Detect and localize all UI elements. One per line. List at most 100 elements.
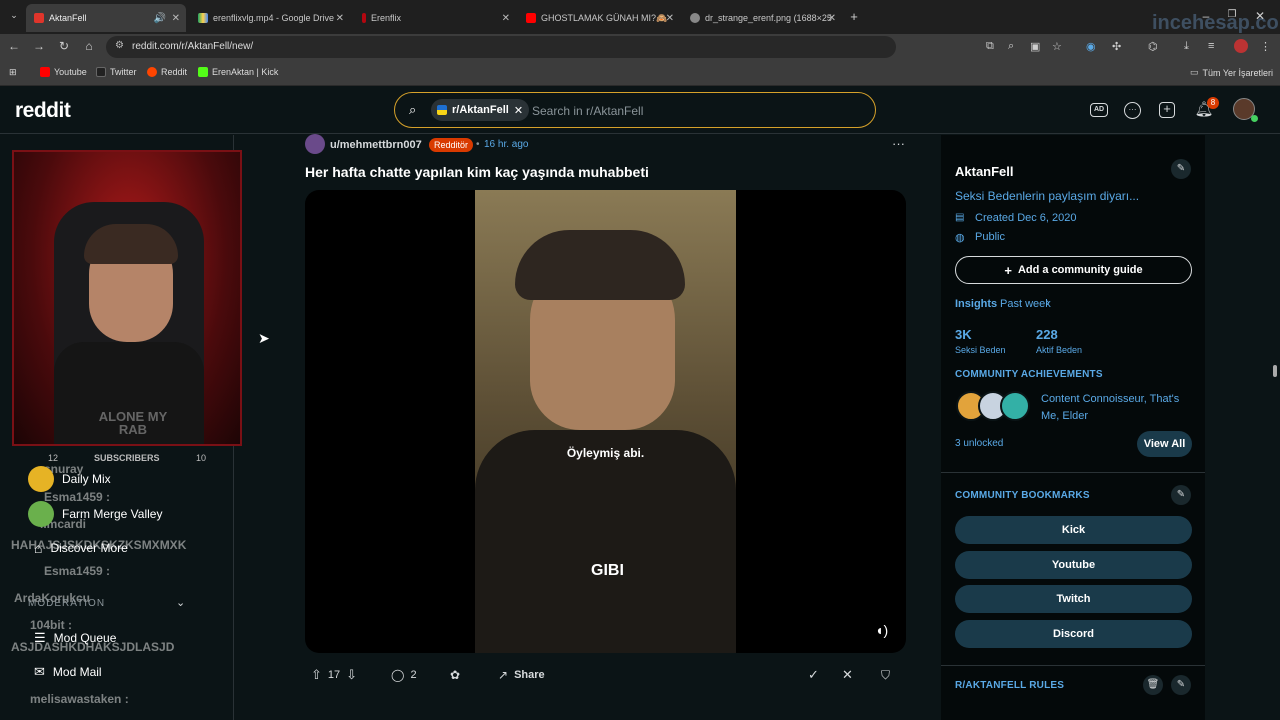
globe-favicon-icon — [690, 13, 700, 23]
sidebar-item-mod-queue[interactable]: ☰ Mod Queue — [34, 630, 116, 646]
award-button[interactable]: ✿ — [450, 663, 460, 687]
translate-icon[interactable]: ⧉ — [986, 40, 994, 53]
search-bar[interactable]: ⌕ r/AktanFell ✕ Search in r/AktanFell — [394, 92, 876, 128]
extensions-puzzle-icon[interactable]: ✣ — [1112, 40, 1121, 53]
reddit-logo[interactable]: reddit — [15, 99, 71, 123]
bookmark-star-icon[interactable]: ☆ — [1052, 40, 1062, 53]
kick-icon — [198, 67, 208, 77]
bookmark-youtube[interactable]: Youtube — [40, 67, 87, 77]
back-icon[interactable]: ← — [6, 39, 22, 53]
home-icon[interactable]: ⌂ — [81, 39, 97, 53]
reading-list-icon[interactable]: ≡ — [1208, 40, 1214, 52]
sidebar-item-mod-mail[interactable]: ✉ Mod Mail — [34, 664, 102, 680]
tab-erenflix[interactable]: Erenflix ✕ — [354, 6, 516, 30]
bookmark-twitter[interactable]: Twitter — [96, 67, 137, 77]
lock-icon[interactable]: ⌬ — [1148, 40, 1158, 53]
vote-count: 17 — [327, 669, 341, 681]
tab-youtube[interactable]: GHOSTLAMAK GÜNAH MI?🙈 ✕ — [518, 6, 680, 30]
tab-google-drive[interactable]: erenflixvlg.mp4 - Google Drive ✕ — [190, 6, 350, 30]
edit-rules-icon[interactable]: ✎ — [1171, 675, 1191, 695]
close-tab-icon[interactable]: ✕ — [828, 13, 836, 24]
erenflix-favicon-icon — [362, 13, 366, 23]
sidebar-item-daily-mix[interactable]: Daily Mix — [28, 466, 111, 492]
sidebar-item-discover-more[interactable]: ⌂ Discover More — [34, 540, 128, 556]
post-time: 16 hr. ago — [484, 139, 529, 150]
unlocked-count: 3 unlocked — [955, 438, 1004, 449]
chevron-down-icon[interactable]: ⌄ — [176, 596, 185, 609]
scrollbar-thumb[interactable] — [1273, 365, 1277, 377]
menu-icon[interactable]: ⋮ — [1260, 40, 1271, 53]
bookmark-kick-button[interactable]: Kick — [955, 516, 1192, 544]
bookmarks-title: COMMUNITY BOOKMARKS — [955, 490, 1090, 501]
bookmark-youtube-button[interactable]: Youtube — [955, 551, 1192, 579]
download-icon[interactable]: ⤓ — [1184, 40, 1189, 53]
approve-icon[interactable]: ✓ — [808, 663, 819, 687]
tab-search-icon[interactable]: ⌄ — [6, 10, 22, 21]
chevron-right-icon[interactable]: › — [1046, 297, 1050, 309]
author-avatar[interactable] — [305, 134, 325, 154]
comments-button[interactable]: ◯ 2 — [391, 663, 417, 687]
achievement-badge-icon — [1000, 391, 1030, 421]
extension-icon[interactable]: ◉ — [1086, 40, 1096, 53]
bookmark-discord-button[interactable]: Discord — [955, 620, 1192, 648]
close-tab-icon[interactable]: ✕ — [666, 13, 674, 24]
new-tab-icon[interactable]: + — [846, 9, 862, 24]
advertise-icon[interactable]: AD — [1090, 103, 1108, 117]
all-bookmarks[interactable]: ▭ Tüm Yer İşaretleri — [1190, 67, 1273, 78]
profile-avatar-icon[interactable] — [1234, 39, 1248, 53]
reload-icon[interactable]: ↻ — [56, 39, 72, 53]
insights-period[interactable]: Past week — [1000, 298, 1051, 310]
install-icon[interactable]: ▣ — [1030, 40, 1040, 53]
minimize-icon[interactable]: – — [1198, 9, 1214, 23]
site-info-icon[interactable]: ⚙ — [115, 40, 124, 51]
more-options-icon[interactable]: ··· — [892, 136, 905, 151]
mod-shield-icon[interactable]: ⛉ — [881, 663, 890, 687]
mouse-cursor-icon: ➤ — [258, 330, 270, 346]
url-bar[interactable]: ⚙ reddit.com/r/AktanFell/new/ — [106, 36, 896, 58]
tab-image[interactable]: dr_strange_erenf.png (1688×25 ✕ — [682, 6, 842, 30]
close-tab-icon[interactable]: ✕ — [336, 13, 344, 24]
remove-chip-icon[interactable]: ✕ — [514, 104, 523, 117]
post-title[interactable]: Her hafta chatte yapılan kim kaç yaşında… — [305, 164, 649, 180]
zoom-icon[interactable]: ⌕ — [1008, 40, 1014, 53]
close-tab-icon[interactable]: ✕ — [502, 13, 510, 24]
stat-label: Seksi Beden — [955, 345, 1006, 355]
audio-icon[interactable]: 🔊 — [154, 13, 166, 24]
bookmark-kick[interactable]: ErenAktan | Kick — [198, 67, 278, 77]
chat-icon[interactable]: ··· — [1124, 102, 1141, 119]
downvote-icon[interactable]: ⇩ — [346, 667, 357, 683]
subreddit-chip[interactable]: r/AktanFell ✕ — [431, 99, 530, 121]
create-post-icon[interactable]: + — [1159, 102, 1175, 118]
apps-icon[interactable]: ⊞ — [9, 67, 17, 78]
remove-icon[interactable]: ✕ — [842, 663, 853, 687]
visibility: Public — [975, 231, 1005, 243]
globe-icon: ◍ — [955, 232, 965, 244]
comment-icon: ◯ — [391, 668, 405, 682]
tab-aktanfell[interactable]: AktanFell 🔊 ✕ — [26, 4, 186, 32]
maximize-icon[interactable]: ❐ — [1224, 9, 1240, 20]
upvote-icon[interactable]: ⇧ — [311, 667, 322, 683]
volume-icon[interactable]: ◖) — [875, 622, 888, 638]
moderation-heading[interactable]: MODERATION — [28, 598, 105, 609]
comment-count: 2 — [410, 669, 417, 681]
reddit-header: reddit ⌕ r/AktanFell ✕ Search in r/Aktan… — [0, 86, 1280, 134]
add-community-guide-button[interactable]: + Add a community guide — [955, 256, 1192, 284]
video-player[interactable]: Öyleymiş abi. GIBI ◖) — [305, 190, 906, 653]
bookmark-twitch-button[interactable]: Twitch — [955, 585, 1192, 613]
view-all-button[interactable]: View All — [1137, 431, 1192, 457]
delete-rules-icon[interactable]: 🗑︎ — [1143, 675, 1163, 695]
forward-icon[interactable]: → — [31, 39, 47, 53]
share-label: Share — [514, 669, 545, 681]
share-button[interactable]: ↗ Share — [498, 663, 545, 687]
bookmark-reddit[interactable]: Reddit — [147, 67, 187, 77]
sidebar-item-farm-merge-valley[interactable]: Farm Merge Valley — [28, 501, 162, 527]
chat-user: melisawastaken : — [30, 692, 129, 706]
edit-bookmarks-icon[interactable]: ✎ — [1171, 485, 1191, 505]
edit-community-icon[interactable]: ✎ — [1171, 159, 1191, 179]
page-scrollbar[interactable] — [1268, 135, 1280, 720]
drive-favicon-icon — [198, 13, 208, 23]
close-tab-icon[interactable]: ✕ — [172, 13, 180, 24]
post-author[interactable]: u/mehmettbrn007 — [330, 139, 422, 151]
search-input[interactable]: Search in r/AktanFell — [532, 104, 643, 118]
close-window-icon[interactable]: ✕ — [1252, 9, 1268, 23]
